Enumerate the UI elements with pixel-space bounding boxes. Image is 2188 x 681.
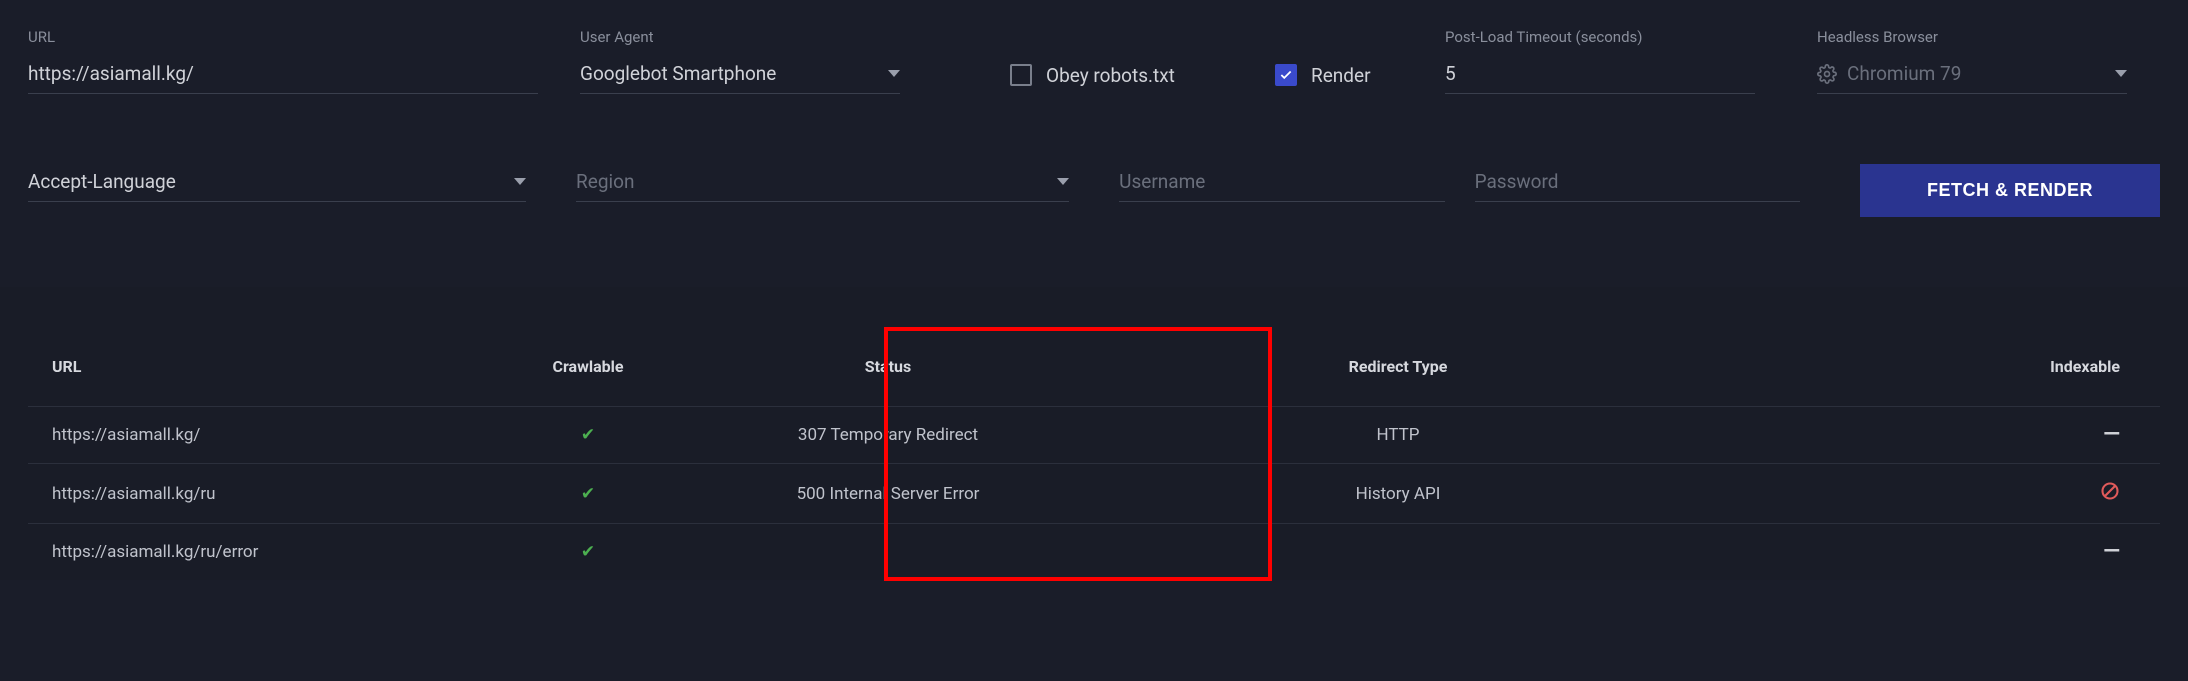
timeout-input[interactable] [1445, 56, 1755, 94]
results-table: URL Crawlable Status Redirect Type Index… [28, 327, 2160, 580]
timeout-field: Post-Load Timeout (seconds) [1445, 28, 1755, 94]
minus-icon: — [2103, 539, 2120, 564]
minus-icon: — [2103, 422, 2120, 447]
browser-select[interactable]: Chromium 79 [1817, 56, 2127, 94]
user-agent-select[interactable]: Googlebot Smartphone [580, 56, 900, 94]
obey-robots-checkbox[interactable] [1010, 64, 1032, 86]
obey-robots-field: Obey robots.txt [1010, 56, 1275, 94]
table-row[interactable]: https://asiamall.kg/ ✔ 307 Temporary Red… [28, 407, 2160, 464]
browser-value: Chromium 79 [1847, 62, 1961, 85]
chevron-down-icon [514, 178, 526, 185]
cell-url: https://asiamall.kg/ru [28, 464, 488, 524]
form-row-1: URL User Agent Googlebot Smartphone Obey… [28, 28, 2160, 94]
browser-label: Headless Browser [1817, 28, 2127, 46]
cell-status [688, 524, 1088, 581]
gear-icon [1817, 64, 1837, 84]
fetch-button-wrap: FETCH & RENDER [1860, 164, 2160, 217]
timeout-label: Post-Load Timeout (seconds) [1445, 28, 1755, 46]
check-icon: ✔ [581, 542, 595, 562]
region-placeholder: Region [576, 170, 1045, 193]
cell-indexable: — [1708, 524, 2160, 581]
col-indexable-header[interactable]: Indexable [1708, 327, 2160, 407]
chevron-down-icon [1057, 178, 1069, 185]
cell-crawlable: ✔ [488, 464, 688, 524]
cell-indexable: — [1708, 407, 2160, 464]
form-row-2: Accept-Language Region FETCH & RENDER [28, 164, 2160, 217]
cell-crawlable: ✔ [488, 524, 688, 581]
user-agent-field: User Agent Googlebot Smartphone [580, 28, 900, 94]
render-checkbox[interactable] [1275, 64, 1297, 86]
username-input[interactable] [1119, 164, 1444, 202]
user-agent-value: Googlebot Smartphone [580, 62, 876, 85]
render-field: Render [1275, 56, 1445, 94]
col-crawlable-header[interactable]: Crawlable [488, 327, 688, 407]
region-field: Region [576, 164, 1069, 217]
render-label: Render [1311, 64, 1371, 87]
cell-redirect: History API [1088, 464, 1708, 524]
accept-language-select[interactable]: Accept-Language [28, 164, 526, 202]
table-header-row: URL Crawlable Status Redirect Type Index… [28, 327, 2160, 407]
cell-url: https://asiamall.kg/ [28, 407, 488, 464]
browser-field: Headless Browser Chromium 79 [1817, 28, 2127, 94]
accept-language-field: Accept-Language [28, 164, 526, 217]
url-label: URL [28, 28, 538, 46]
col-status-header[interactable]: Status [688, 327, 1088, 407]
cell-url: https://asiamall.kg/ru/error [28, 524, 488, 581]
cell-status: 500 Internal Server Error [688, 464, 1088, 524]
results-area: URL Crawlable Status Redirect Type Index… [0, 287, 2188, 580]
chevron-down-icon [888, 70, 900, 77]
region-select[interactable]: Region [576, 164, 1069, 202]
chevron-down-icon [2115, 70, 2127, 77]
url-input[interactable] [28, 56, 538, 94]
table-row[interactable]: https://asiamall.kg/ru ✔ 500 Internal Se… [28, 464, 2160, 524]
table-row[interactable]: https://asiamall.kg/ru/error ✔ — [28, 524, 2160, 581]
col-url-header[interactable]: URL [28, 327, 488, 407]
cell-indexable [1708, 464, 2160, 524]
cell-status: 307 Temporary Redirect [688, 407, 1088, 464]
check-icon: ✔ [581, 484, 595, 504]
form-area: URL User Agent Googlebot Smartphone Obey… [0, 0, 2188, 287]
user-agent-label: User Agent [580, 28, 900, 46]
no-entry-icon [2100, 481, 2120, 501]
fetch-render-button[interactable]: FETCH & RENDER [1860, 164, 2160, 217]
col-redirect-header[interactable]: Redirect Type [1088, 327, 1708, 407]
cell-redirect: HTTP [1088, 407, 1708, 464]
accept-language-placeholder: Accept-Language [28, 170, 502, 193]
obey-robots-label: Obey robots.txt [1046, 64, 1175, 87]
url-field: URL [28, 28, 538, 94]
username-field [1119, 164, 1444, 217]
check-icon: ✔ [581, 425, 595, 445]
cell-crawlable: ✔ [488, 407, 688, 464]
cell-redirect [1088, 524, 1708, 581]
password-input[interactable] [1475, 164, 1800, 202]
password-field [1475, 164, 1800, 217]
